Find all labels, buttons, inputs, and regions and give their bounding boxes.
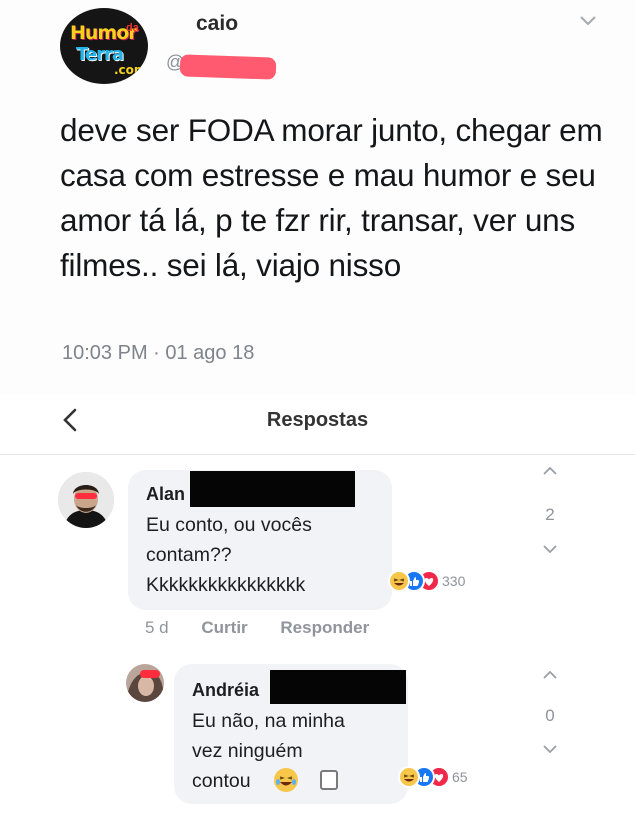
reaction-count: 65 (452, 769, 468, 785)
user-photo-icon (126, 664, 164, 702)
replies-header: Respostas (0, 395, 635, 455)
comment-text-line: contou (192, 770, 251, 792)
comment-actions: 5 d Curtir Responder (145, 618, 397, 638)
user-photo-icon (58, 472, 114, 528)
reaction-summary[interactable]: 330 (388, 568, 465, 594)
downvote-button[interactable] (538, 544, 562, 556)
comment-author-name[interactable]: Andréia (192, 680, 259, 701)
chevron-down-icon (543, 545, 557, 554)
tweet-text: deve ser FODA morar junto, chegar em cas… (60, 112, 603, 283)
tweet-timestamp[interactable]: 10:03 PM · 01 ago 18 (62, 342, 254, 365)
avatar[interactable] (126, 664, 164, 702)
tweet-author-name[interactable]: caio (196, 12, 238, 36)
downvote-button[interactable] (538, 744, 562, 756)
chevron-up-icon (543, 670, 557, 679)
crying-laughing-emoji-icon (274, 768, 298, 792)
comment-text-line: contam?? (146, 544, 232, 566)
missing-glyph-icon (320, 770, 338, 790)
tweet-card: Humor da Terra .com caio @ deve ser FODA… (0, 0, 635, 395)
tweet-avatar-logo[interactable]: Humor da Terra .com (60, 8, 148, 84)
vote-count: 2 (545, 505, 555, 524)
vote-count: 0 (545, 706, 555, 725)
replies-title: Respostas (266, 409, 369, 431)
avatar[interactable] (58, 472, 114, 528)
upvote-button[interactable] (538, 668, 562, 680)
comment-author-name[interactable]: Alan (146, 484, 185, 505)
name-redaction-bar (270, 670, 406, 704)
haha-reaction-icon (398, 766, 420, 788)
like-button[interactable]: Curtir (201, 618, 247, 637)
name-redaction-bar (190, 471, 355, 507)
comment-text-line: Eu não, na minha (192, 710, 345, 732)
comment-text-line: Kkkkkkkkkkkkkkkk (146, 574, 306, 596)
reaction-summary[interactable]: 65 (398, 764, 468, 790)
chevron-down-icon (543, 745, 557, 754)
comment-age: 5 d (145, 618, 169, 637)
handle-redaction-mark (179, 54, 277, 80)
reaction-count: 330 (442, 573, 466, 589)
reply-button[interactable]: Responder (280, 618, 369, 637)
upvote-button[interactable] (538, 464, 562, 476)
logo-text-da: da (126, 22, 139, 34)
logo-text-terra: Terra (76, 44, 124, 65)
chevron-up-icon (543, 466, 557, 475)
haha-reaction-icon (388, 570, 410, 592)
chevron-down-icon[interactable] (578, 10, 598, 30)
logo-text-com: .com (114, 63, 147, 77)
comment-text-line: vez ninguém (192, 740, 303, 762)
comment-text-line: Eu conto, ou vocês (146, 514, 312, 536)
